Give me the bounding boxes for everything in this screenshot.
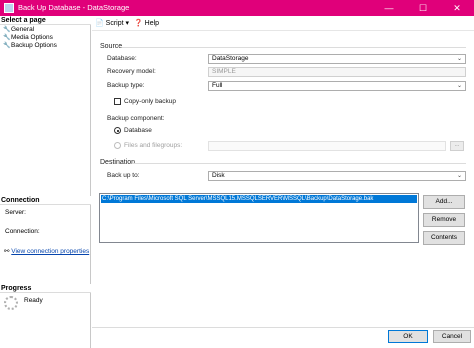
help-icon: ❓: [134, 20, 145, 27]
select-page-heading: Select a page: [0, 16, 91, 25]
script-label: Script: [105, 20, 124, 27]
chevron-down-icon: ⌄: [456, 56, 462, 62]
back-up-to-select[interactable]: Disk ⌄: [208, 171, 466, 181]
page-item-media-options[interactable]: 🔧Media Options: [3, 34, 53, 42]
page-item-label: Media Options: [11, 34, 53, 41]
database-select[interactable]: DataStorage ⌄: [208, 54, 466, 64]
page-item-general[interactable]: 🔧General: [3, 26, 34, 34]
maximize-button[interactable]: ☐: [406, 0, 440, 16]
source-divider: [122, 47, 466, 48]
server-label: Server:: [5, 209, 26, 216]
view-connection-properties-text[interactable]: View connection properties: [11, 248, 89, 255]
copy-only-label[interactable]: Copy-only backup: [124, 98, 176, 105]
chevron-down-icon: ⌄: [456, 83, 462, 89]
ok-button[interactable]: OK: [388, 330, 428, 343]
files-filegroups-field: [208, 141, 446, 151]
component-files-label: Files and filegroups:: [124, 142, 183, 149]
script-button[interactable]: 📄 Script ▾: [95, 19, 129, 27]
copy-only-checkbox[interactable]: [114, 98, 121, 105]
minimize-button[interactable]: —: [372, 0, 406, 16]
recovery-model-field: SIMPLE: [208, 67, 466, 77]
contents-button[interactable]: Contents: [423, 231, 465, 245]
connection-heading: Connection: [0, 196, 91, 205]
backup-type-label: Backup type:: [107, 82, 145, 89]
help-label: Help: [144, 20, 160, 27]
left-pane: Select a page 🔧General 🔧Media Options 🔧B…: [0, 16, 91, 348]
component-database-radio[interactable]: [114, 127, 121, 134]
chevron-down-icon: ▾: [125, 20, 130, 27]
source-heading: Source: [100, 43, 123, 50]
recovery-model-value: SIMPLE: [212, 68, 236, 75]
app-icon: [4, 3, 14, 13]
database-value: DataStorage: [212, 55, 249, 62]
remove-button[interactable]: Remove: [423, 213, 465, 227]
list-item[interactable]: C:\Program Files\Microsoft SQL Server\MS…: [101, 195, 417, 203]
connection-label: Connection:: [5, 228, 40, 235]
chevron-down-icon: ⌄: [456, 173, 462, 179]
page-item-label: General: [11, 26, 35, 33]
cancel-button[interactable]: Cancel: [433, 330, 471, 343]
view-connection-properties-link[interactable]: ⚯ View connection properties: [4, 247, 89, 255]
component-files-radio[interactable]: [114, 142, 121, 149]
script-icon: 📄: [95, 20, 106, 27]
page-item-label: Backup Options: [11, 42, 57, 49]
backup-component-label: Backup component:: [107, 115, 165, 122]
wrench-icon: 🔧: [3, 43, 11, 49]
destination-heading: Destination: [100, 159, 136, 166]
recovery-model-label: Recovery model:: [107, 68, 156, 75]
page-item-backup-options[interactable]: 🔧Backup Options: [3, 42, 57, 50]
files-browse-button[interactable]: ...: [450, 141, 464, 151]
wrench-icon: 🔧: [3, 35, 11, 41]
toolbar: 📄 Script ▾ ❓ Help: [92, 16, 474, 31]
backup-type-value: Full: [212, 82, 223, 89]
destination-divider: [132, 163, 466, 164]
wrench-icon: 🔧: [3, 27, 11, 33]
help-button[interactable]: ❓ Help: [134, 19, 159, 27]
title-bar: Back Up Database - DataStorage — ☐ ✕: [0, 0, 474, 16]
back-up-to-label: Back up to:: [107, 172, 140, 179]
progress-spinner-icon: [4, 296, 18, 310]
close-button[interactable]: ✕: [440, 0, 474, 16]
database-label: Database:: [107, 55, 137, 62]
backup-type-select[interactable]: Full ⌄: [208, 81, 466, 91]
footer-divider: [92, 327, 474, 328]
window-title: Back Up Database - DataStorage: [18, 3, 130, 12]
progress-heading: Progress: [0, 284, 91, 293]
component-database-label[interactable]: Database: [124, 127, 152, 134]
add-button[interactable]: Add...: [423, 195, 465, 209]
back-up-to-value: Disk: [212, 172, 225, 179]
progress-status: Ready: [24, 297, 43, 304]
destination-list[interactable]: C:\Program Files\Microsoft SQL Server\MS…: [99, 193, 419, 243]
